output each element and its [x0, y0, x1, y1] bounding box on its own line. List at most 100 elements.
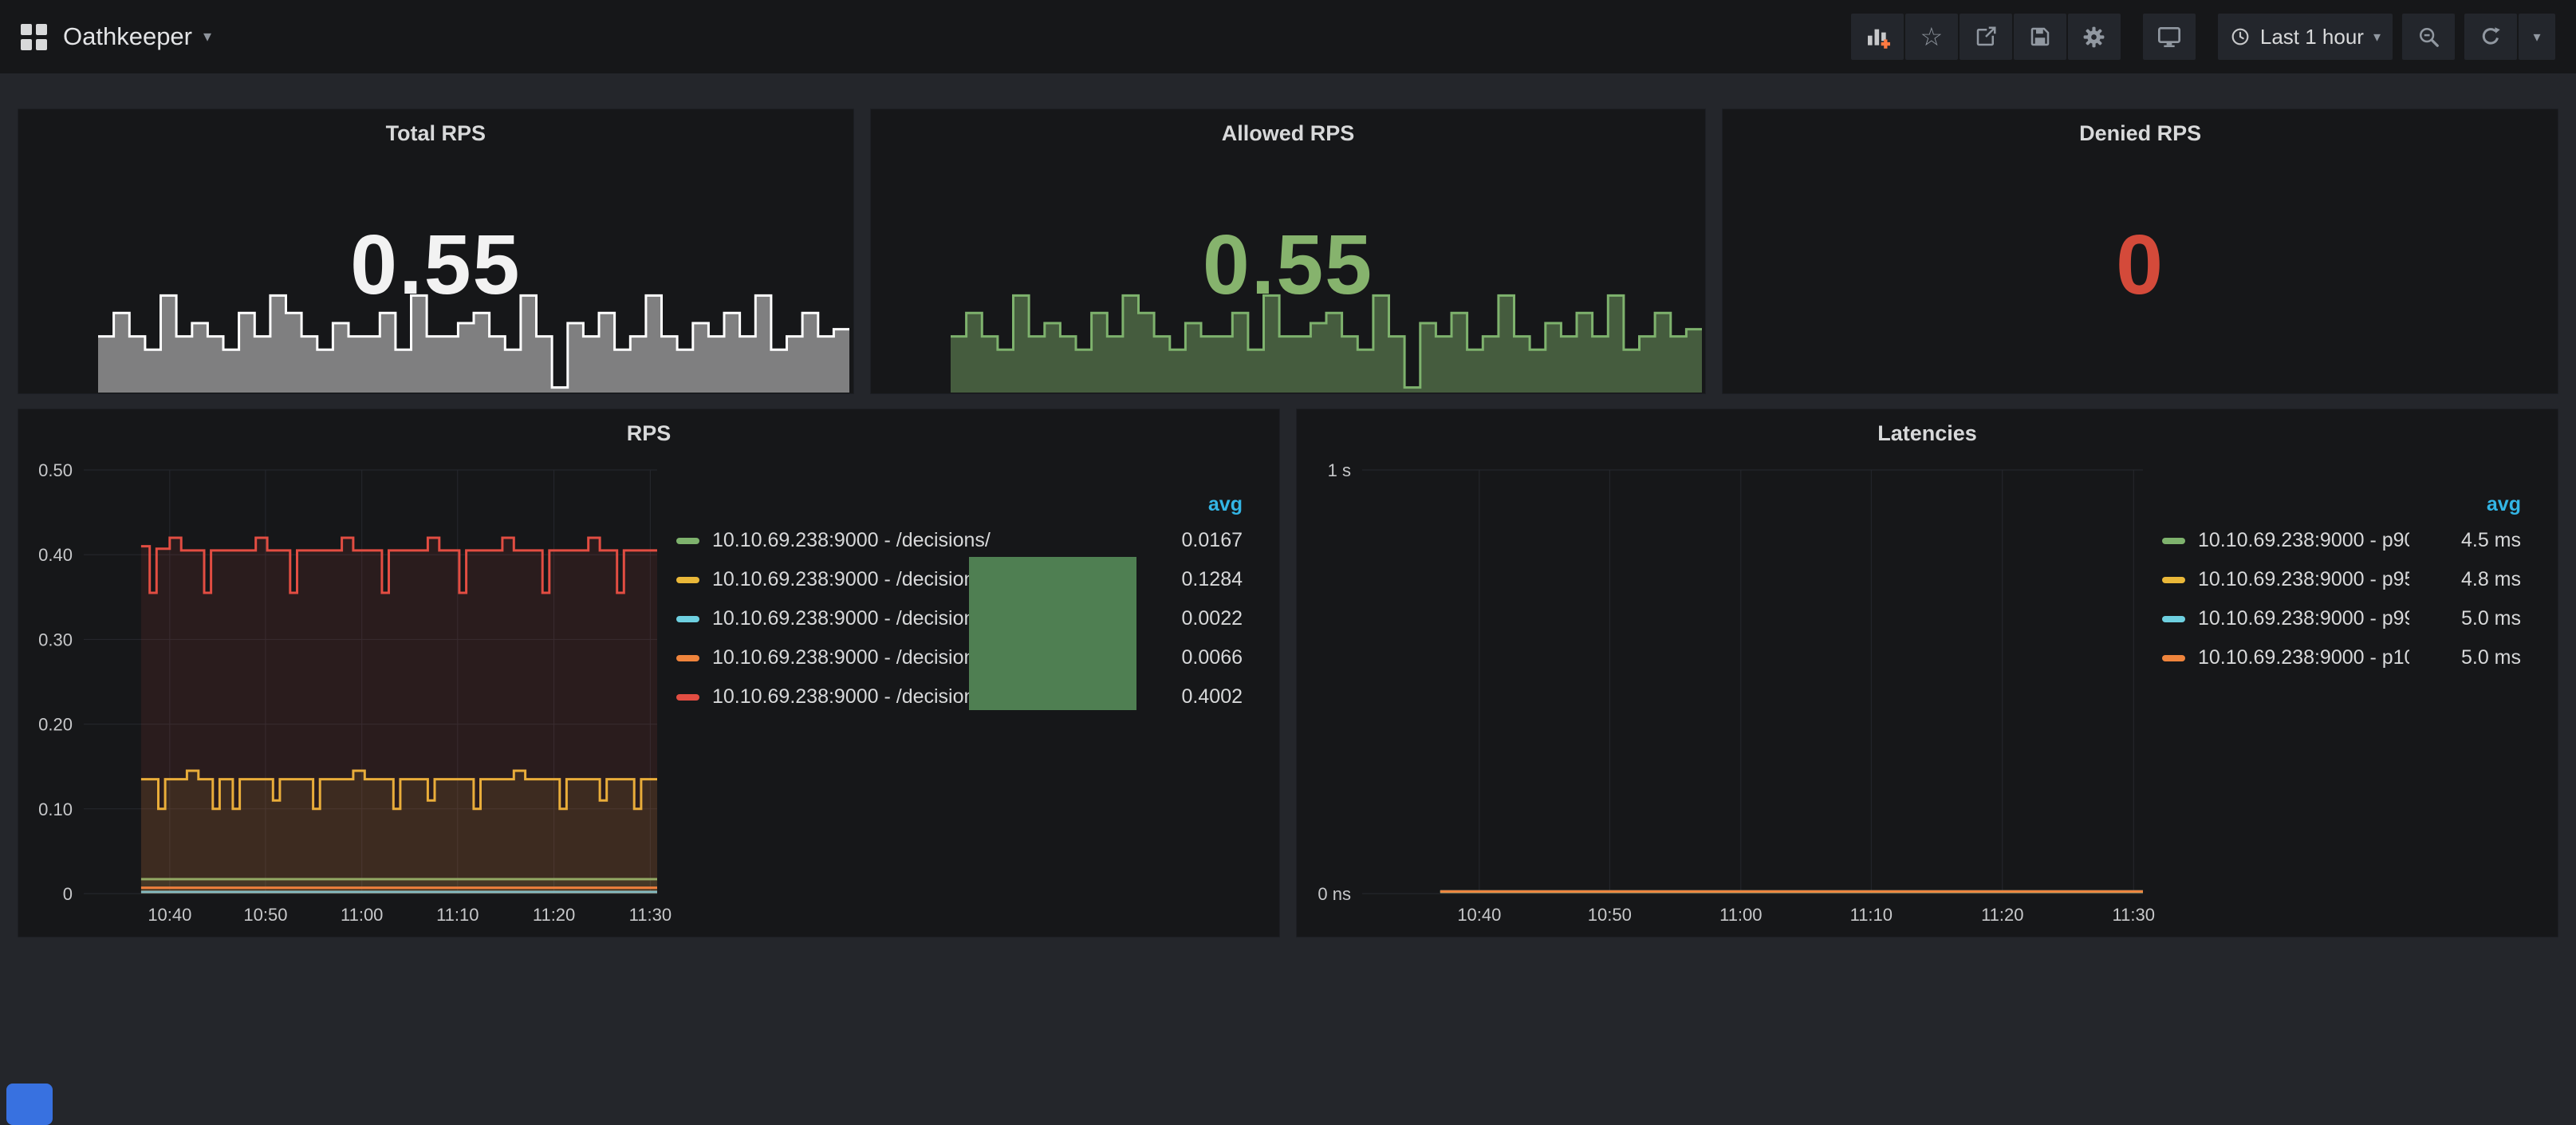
save-button[interactable] [2014, 14, 2066, 60]
svg-text:11:20: 11:20 [1981, 905, 2023, 925]
legend-row[interactable]: 10.10.69.238:9000 - /decisions/0.0167 [676, 521, 1243, 560]
svg-text:10:40: 10:40 [148, 905, 191, 925]
cycle-view-button[interactable] [2143, 14, 2196, 60]
legend-avg-value: 5.0 ms [2409, 646, 2521, 669]
legend-series-name[interactable]: 10.10.69.238:9000 - p99 [2198, 607, 2409, 630]
refresh-interval-dropdown[interactable]: ▾ [2519, 14, 2555, 60]
help-button[interactable] [6, 1084, 53, 1125]
gear-icon [2082, 25, 2106, 49]
panel-actions-group: ☆ [1851, 14, 2121, 60]
latencies-graph-body: 0 ns1 s10:4010:5011:0011:1011:2011:30 av… [1297, 456, 2558, 935]
grid-square [21, 39, 32, 50]
grid-square [36, 39, 47, 50]
graphs-row: RPS 00.100.200.300.400.5010:4010:5011:00… [18, 409, 2558, 938]
refresh-button[interactable] [2464, 14, 2517, 60]
settings-button[interactable] [2068, 14, 2121, 60]
dashboard-grid-icon[interactable] [21, 24, 47, 50]
legend-swatch-icon [676, 538, 699, 544]
zoom-out-button[interactable] [2402, 14, 2455, 60]
legend-avg-header: avg [676, 488, 1243, 521]
share-button[interactable] [1960, 14, 2012, 60]
legend-series-name[interactable]: 10.10.69.238:9000 - /decisions/ [712, 529, 991, 552]
legend-series-name[interactable]: 10.10.69.238:9000 - p90 [2198, 529, 2409, 552]
navbar-left: Oathkeeper ▾ [21, 22, 211, 51]
render-artifact-overlay [969, 557, 1136, 710]
stat-value-allowed: 0.55 [871, 223, 1706, 307]
star-icon: ☆ [1920, 24, 1944, 49]
panel-latencies-graph: Latencies 0 ns1 s10:4010:5011:0011:1011:… [1296, 409, 2558, 938]
grid-square [21, 24, 32, 35]
svg-text:11:00: 11:00 [341, 905, 383, 925]
grafana-dashboard: Oathkeeper ▾ ☆ [0, 0, 2576, 938]
rps-plot-area[interactable]: 00.100.200.300.400.5010:4010:5011:0011:1… [22, 459, 668, 934]
latencies-plot-area[interactable]: 0 ns1 s10:4010:5011:0011:1011:2011:30 [1300, 459, 2154, 934]
latencies-chart: 0 ns1 s10:4010:5011:0011:1011:2011:30 [1300, 459, 2154, 934]
panel-title[interactable]: Latencies [1297, 409, 2558, 456]
svg-text:10:40: 10:40 [1457, 905, 1501, 925]
panel-title[interactable]: Allowed RPS [871, 109, 1706, 156]
legend-row[interactable]: 10.10.69.238:9000 - p1005.0 ms [2162, 638, 2521, 677]
svg-text:10:50: 10:50 [1588, 905, 1632, 925]
svg-text:0.20: 0.20 [38, 715, 73, 735]
stats-row: Total RPS 0.55 Allowed RPS 0.55 Denied R… [18, 109, 2558, 394]
stat-value-total: 0.55 [18, 223, 853, 307]
navbar-right: ☆ [1851, 14, 2555, 60]
panel-total-rps: Total RPS 0.55 [18, 109, 854, 394]
chevron-down-icon: ▾ [2533, 29, 2540, 45]
legend-avg-header: avg [2162, 488, 2521, 521]
dashboard-title-dropdown[interactable]: Oathkeeper ▾ [63, 22, 211, 51]
legend-swatch-icon [2162, 655, 2185, 661]
svg-text:11:00: 11:00 [1719, 905, 1762, 925]
star-button[interactable]: ☆ [1905, 14, 1958, 60]
legend-series-name[interactable]: 10.10.69.238:9000 - /decisions/ [712, 646, 991, 669]
legend-series-name[interactable]: 10.10.69.238:9000 - p95 [2198, 568, 2409, 591]
svg-text:0.40: 0.40 [38, 545, 73, 565]
legend-swatch-icon [2162, 616, 2185, 622]
svg-text:10:50: 10:50 [243, 905, 287, 925]
legend-swatch-icon [676, 616, 699, 622]
svg-text:11:10: 11:10 [1850, 905, 1893, 925]
svg-text:11:10: 11:10 [436, 905, 479, 925]
monitor-icon [2157, 24, 2182, 49]
time-range-picker[interactable]: Last 1 hour ▾ [2218, 14, 2393, 60]
legend-row[interactable]: 10.10.69.238:9000 - /decisions/0.0022 [676, 599, 1243, 638]
time-range-label: Last 1 hour [2260, 25, 2364, 49]
legend-row[interactable]: 10.10.69.238:9000 - /decisions/0.4002 [676, 677, 1243, 716]
svg-text:0.30: 0.30 [38, 630, 73, 649]
add-panel-button[interactable] [1851, 14, 1904, 60]
legend-series-name[interactable]: 10.10.69.238:9000 - /decisions/ [712, 607, 991, 630]
panel-title[interactable]: RPS [18, 409, 1279, 456]
view-mode-group [2143, 14, 2196, 60]
legend-row[interactable]: 10.10.69.238:9000 - /decisions/0.0066 [676, 638, 1243, 677]
clock-icon [2230, 26, 2251, 47]
legend-avg-value: 0.0167 [1131, 529, 1243, 552]
svg-text:0.50: 0.50 [38, 460, 73, 480]
legend-avg-value: 0.1284 [1131, 568, 1243, 591]
legend-series-name[interactable]: 10.10.69.238:9000 - /decisions/ [712, 685, 991, 709]
legend-avg-value: 5.0 ms [2409, 607, 2521, 630]
legend-row[interactable]: 10.10.69.238:9000 - /decisions/0.1284 [676, 560, 1243, 599]
panel-denied-rps: Denied RPS 0 [1722, 109, 2558, 394]
legend-avg-value: 0.0022 [1131, 607, 1243, 630]
legend-row[interactable]: 10.10.69.238:9000 - p954.8 ms [2162, 560, 2521, 599]
panel-title[interactable]: Total RPS [18, 109, 853, 156]
latencies-legend: avg10.10.69.238:9000 - p904.5 ms10.10.69… [2154, 459, 2553, 934]
svg-text:11:20: 11:20 [533, 905, 575, 925]
rps-chart: 00.100.200.300.400.5010:4010:5011:0011:1… [22, 459, 668, 934]
legend-series-name[interactable]: 10.10.69.238:9000 - p100 [2198, 646, 2409, 669]
panel-rps-graph: RPS 00.100.200.300.400.5010:4010:5011:00… [18, 409, 1280, 938]
legend-series-name[interactable]: 10.10.69.238:9000 - /decisions/ [712, 568, 991, 591]
svg-text:0 ns: 0 ns [1318, 884, 1351, 904]
legend-row[interactable]: 10.10.69.238:9000 - p995.0 ms [2162, 599, 2521, 638]
svg-text:0.10: 0.10 [38, 799, 73, 819]
svg-text:11:30: 11:30 [2113, 905, 2155, 925]
dashboard-grid: Total RPS 0.55 Allowed RPS 0.55 Denied R… [0, 73, 2576, 938]
stat-value-denied: 0 [1723, 223, 2558, 307]
navbar: Oathkeeper ▾ ☆ [0, 0, 2576, 73]
legend-swatch-icon [2162, 538, 2185, 544]
chevron-down-icon: ▾ [2373, 29, 2381, 45]
legend-row[interactable]: 10.10.69.238:9000 - p904.5 ms [2162, 521, 2521, 560]
zoom-out-icon [2416, 25, 2440, 49]
legend-swatch-icon [676, 655, 699, 661]
panel-title[interactable]: Denied RPS [1723, 109, 2558, 156]
